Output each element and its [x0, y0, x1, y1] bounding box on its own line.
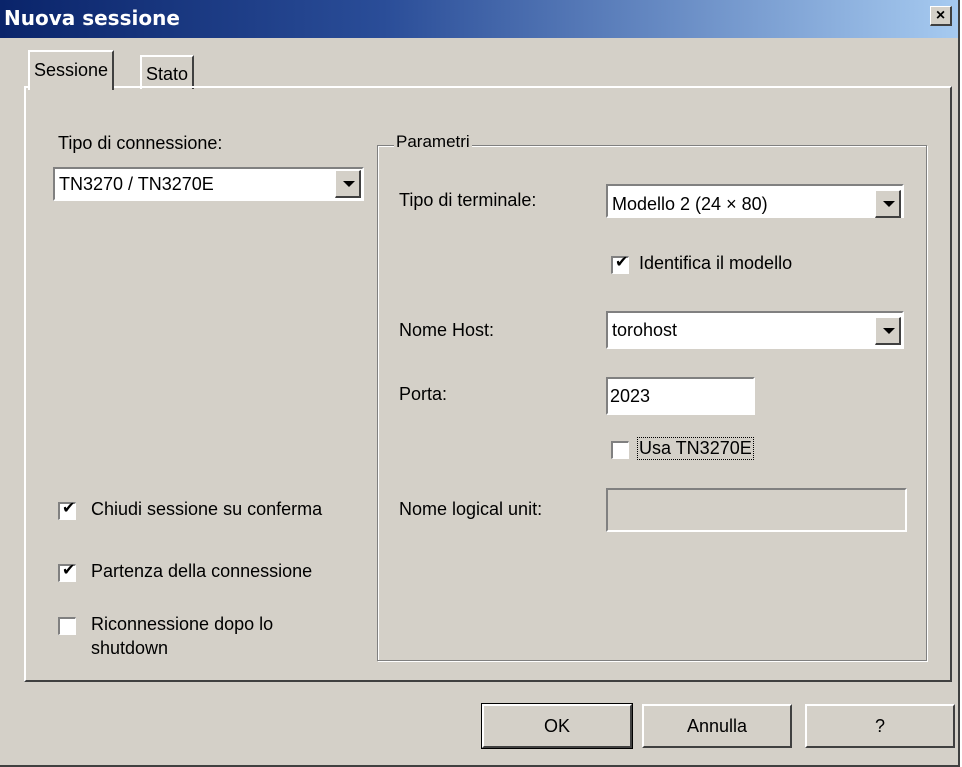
port-label: Porta: [399, 384, 448, 404]
connection-type-value: TN3270 / TN3270E [59, 174, 214, 194]
host-name-value: torohost [612, 320, 678, 340]
reconnect-after-shutdown-checkbox[interactable] [58, 617, 76, 635]
tab-sessione-label: Sessione [34, 60, 109, 80]
ok-button-label: OK [543, 715, 570, 736]
terminal-type-label: Tipo di terminale: [399, 190, 537, 210]
use-tn3270e-label[interactable]: Usa TN3270E [637, 437, 754, 460]
start-connection-label[interactable]: Partenza della connessione [91, 561, 312, 582]
chevron-down-icon[interactable] [875, 317, 901, 345]
close-button[interactable]: × [930, 6, 952, 26]
chevron-down-icon[interactable] [335, 170, 361, 198]
checkmark-icon: ✔ [62, 500, 76, 517]
terminal-type-value: Modello 2 (24 × 80) [612, 194, 768, 214]
connection-type-label: Tipo di connessione: [58, 133, 223, 153]
port-value: 2023 [610, 386, 651, 406]
help-button[interactable]: ? [805, 704, 955, 748]
checkmark-icon: ✔ [62, 562, 76, 579]
close-on-confirm-label[interactable]: Chiudi sessione su conferma [91, 499, 322, 520]
connection-type-select[interactable]: TN3270 / TN3270E [53, 167, 364, 201]
chevron-down-icon[interactable] [875, 190, 901, 218]
close-on-confirm-checkbox[interactable]: ✔ [58, 500, 76, 520]
close-icon: × [935, 6, 946, 24]
title-bar[interactable]: Nuova sessione × [0, 0, 958, 38]
start-connection-checkbox[interactable]: ✔ [58, 562, 76, 582]
use-tn3270e-checkbox[interactable] [611, 441, 629, 459]
window-title: Nuova sessione [4, 6, 180, 30]
cancel-button-label: Annulla [686, 715, 748, 736]
port-input[interactable]: 2023 [606, 377, 755, 415]
ok-button[interactable]: OK [481, 703, 633, 749]
logical-unit-input[interactable] [606, 488, 907, 532]
identify-model-checkbox[interactable]: ✔ [611, 254, 629, 274]
host-name-label: Nome Host: [399, 320, 495, 340]
logical-unit-label: Nome logical unit: [399, 499, 543, 519]
identify-model-label[interactable]: Identifica il modello [639, 253, 792, 274]
dialog-window: Nuova sessione × Sessione Stato Tipo di … [0, 0, 960, 767]
reconnect-after-shutdown-label-line2[interactable]: shutdown [91, 638, 168, 659]
host-name-combo[interactable]: torohost [606, 311, 904, 349]
reconnect-after-shutdown-label[interactable]: Riconnessione dopo lo [91, 614, 273, 635]
checkmark-icon: ✔ [615, 254, 629, 271]
help-button-label: ? [874, 715, 885, 736]
tab-stato-label: Stato [146, 64, 189, 84]
parameters-legend: Parametri [394, 132, 472, 152]
tab-sessione[interactable]: Sessione [28, 50, 115, 90]
tab-stato[interactable]: Stato [140, 55, 195, 89]
cancel-button[interactable]: Annulla [642, 704, 792, 748]
terminal-type-select[interactable]: Modello 2 (24 × 80) [606, 184, 904, 218]
